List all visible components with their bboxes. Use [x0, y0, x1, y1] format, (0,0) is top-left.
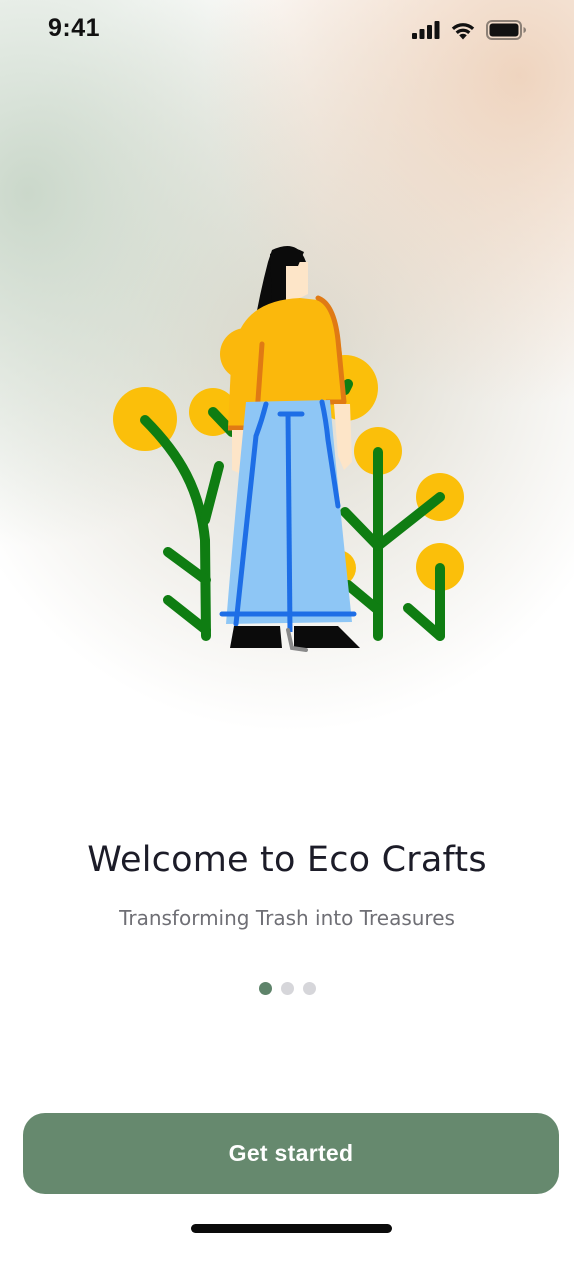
status-bar: 9:41 — [0, 0, 574, 62]
status-icons — [412, 20, 526, 40]
woman-figure — [219, 246, 360, 652]
pagination-dots — [0, 982, 574, 995]
get-started-button[interactable]: Get started — [23, 1113, 559, 1194]
onboarding-subtitle: Transforming Trash into Treasures — [119, 906, 455, 930]
status-time: 9:41 — [48, 14, 101, 42]
onboarding-title: Welcome to Eco Crafts — [87, 840, 487, 880]
onboarding-screen: 9:41 Welcome to Eco Crafts Transforming … — [0, 0, 574, 1264]
right-plant — [340, 379, 445, 641]
battery-icon — [486, 20, 526, 40]
home-indicator — [191, 1224, 392, 1233]
pagination-dot-3[interactable] — [302, 982, 316, 995]
woman-with-plants-illustration — [113, 246, 464, 652]
cellular-signal-icon — [412, 21, 440, 39]
pagination-dot-1[interactable] — [258, 982, 272, 995]
pagination-dot-2[interactable] — [280, 982, 294, 995]
wifi-icon — [451, 22, 475, 39]
